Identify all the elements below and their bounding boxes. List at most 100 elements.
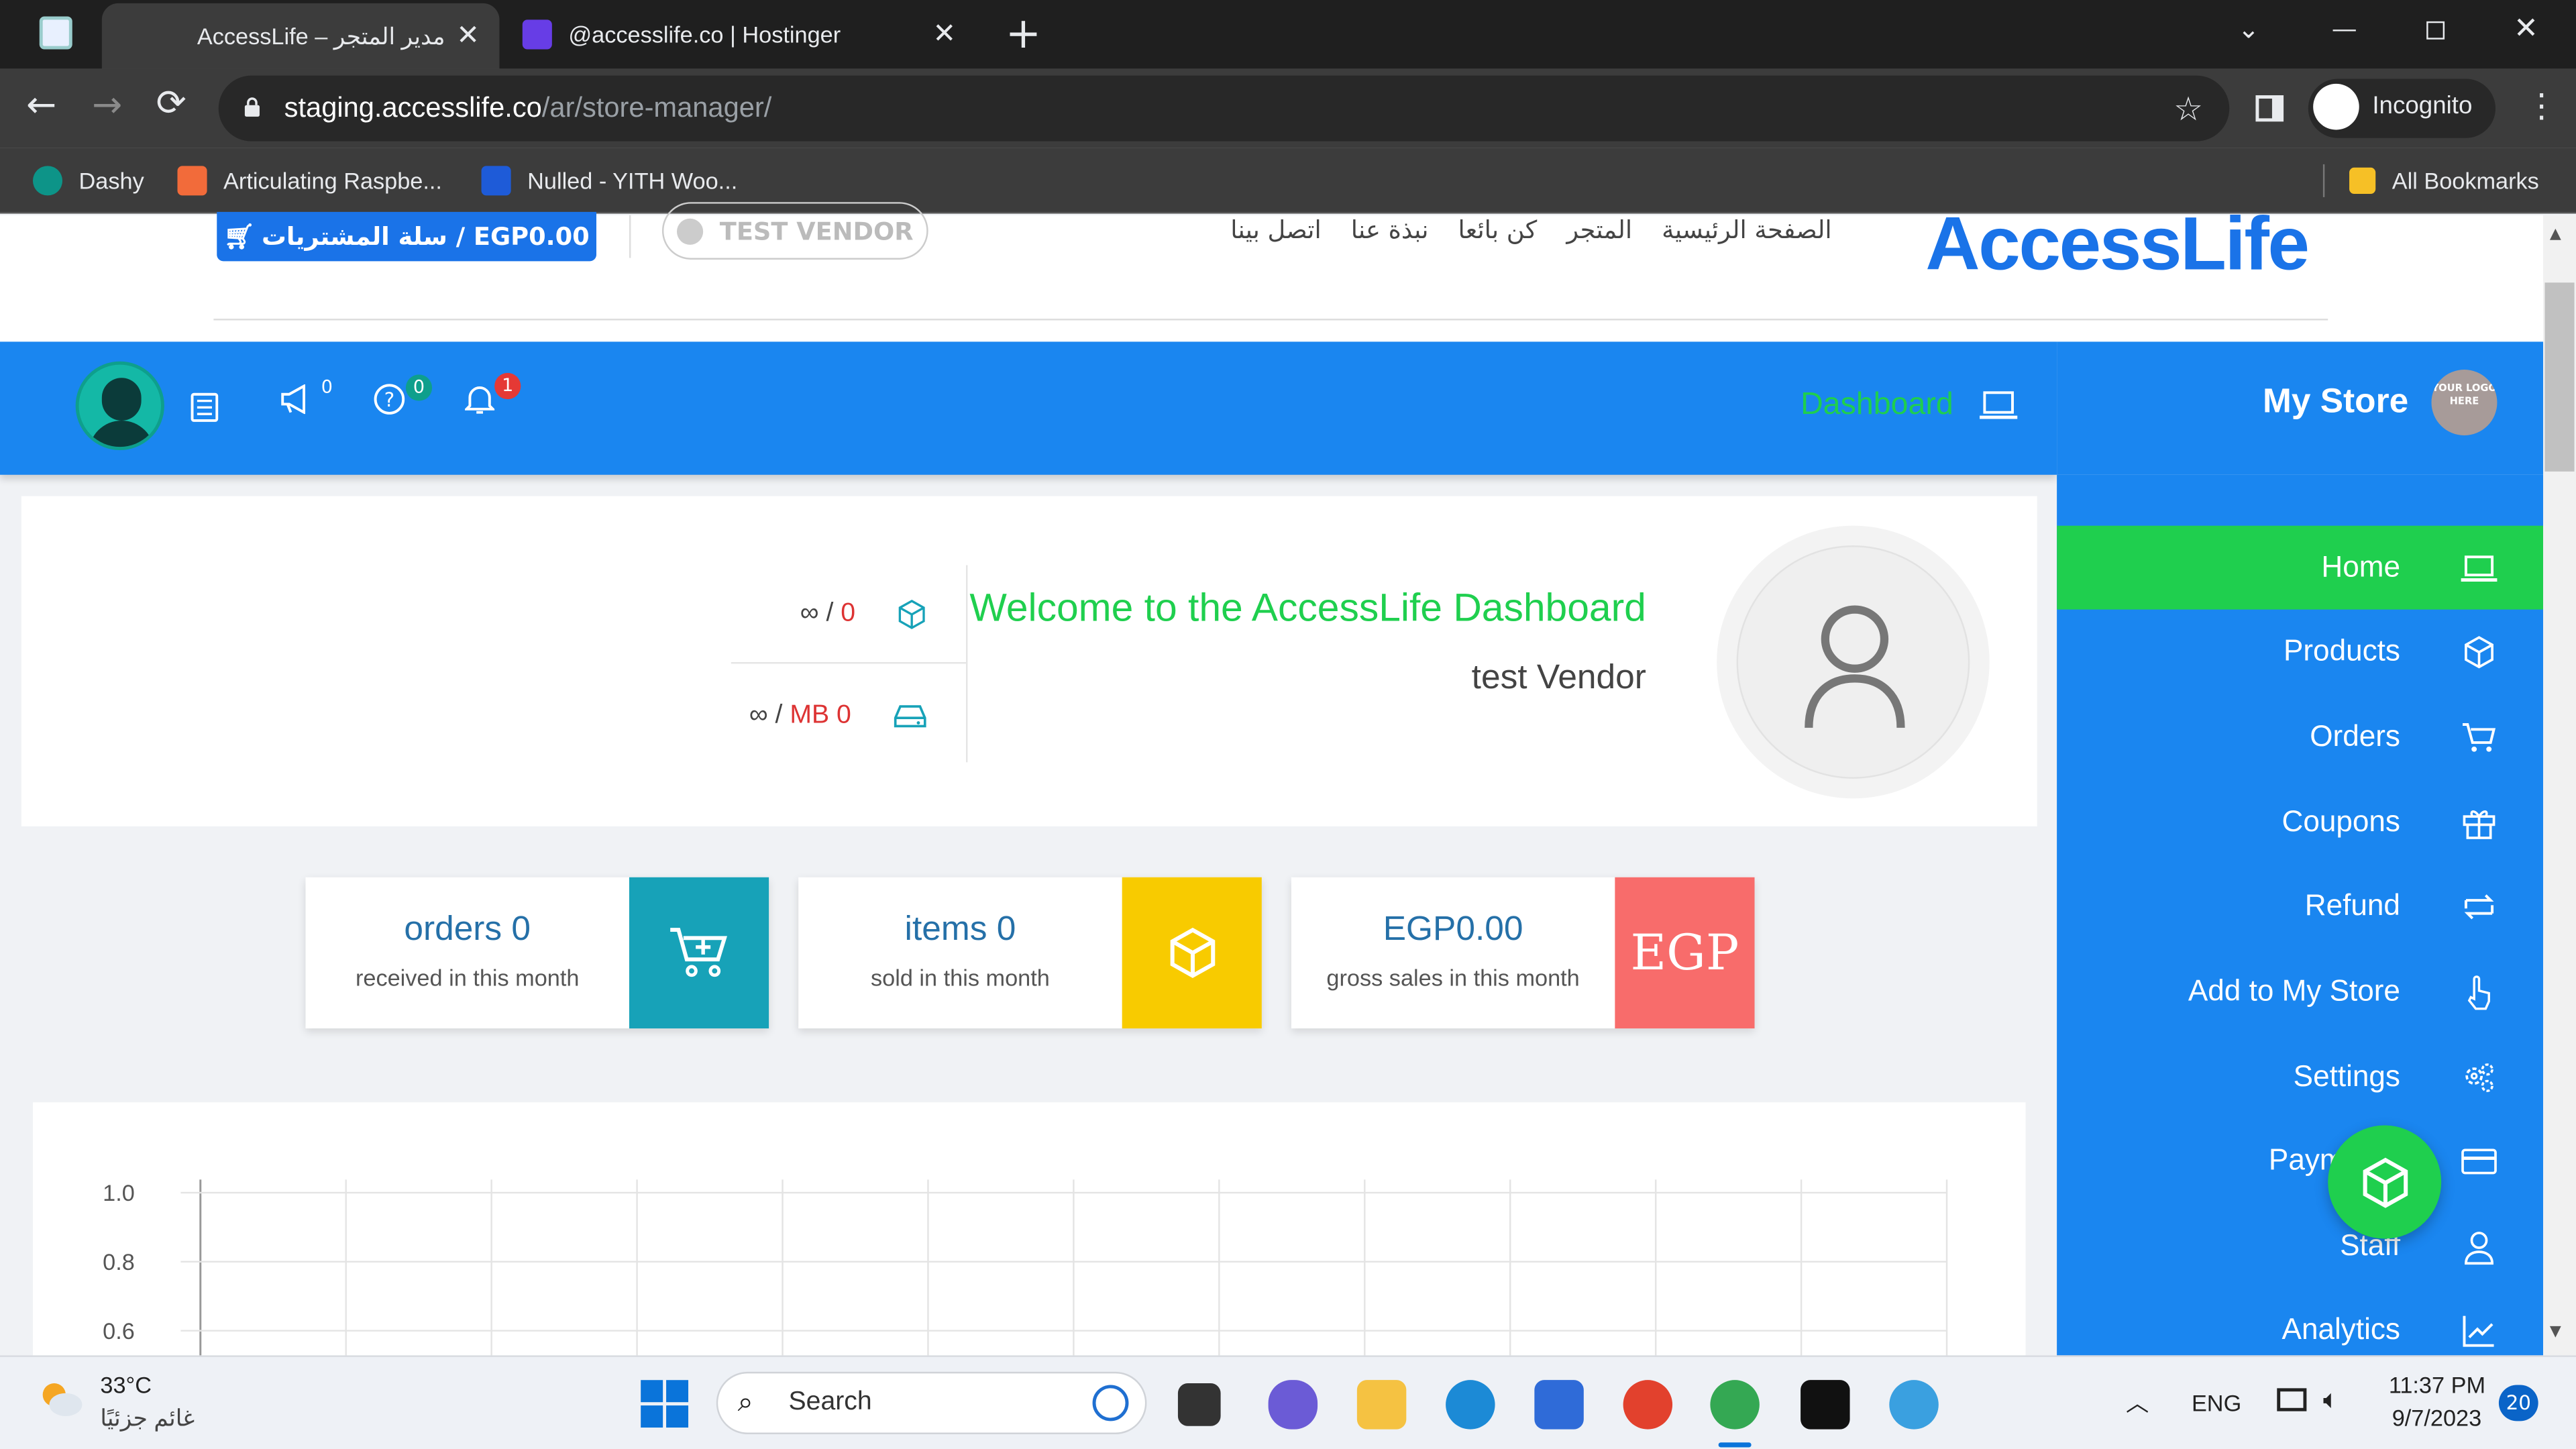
bookmark-star-icon[interactable]: ☆	[2174, 89, 2203, 128]
weather-icon[interactable]	[36, 1377, 85, 1419]
vendor-account-button[interactable]: TEST VENDOR	[661, 202, 928, 260]
sidebar-item-staff[interactable]: Staff	[2057, 1204, 2543, 1288]
lock-icon	[243, 97, 261, 118]
active-app-indicator	[1718, 1442, 1752, 1448]
orders-card[interactable]: orders 0 received in this month	[305, 877, 769, 1029]
refund-icon	[2464, 894, 2494, 920]
currency-icon: EGP	[1630, 924, 1739, 982]
knowledgebase-icon[interactable]	[191, 392, 219, 422]
volume-icon[interactable]: 🔈︎	[2323, 1383, 2339, 1416]
sidebar-item-refund[interactable]: Refund	[2057, 864, 2543, 948]
sidebar-item-add-to-store[interactable]: Add to My Store	[2057, 950, 2543, 1034]
window-close-icon[interactable]: ✕	[2514, 11, 2538, 46]
sales-chart: 1.0 0.8 0.6	[103, 1179, 1948, 1366]
browser-titlebar: AccessLife – مدير المتجر ✕ @accesslife.c…	[0, 0, 2576, 69]
sidebar-item-products[interactable]: Products	[2057, 610, 2543, 694]
store-icon[interactable]	[1534, 1380, 1584, 1430]
help-badge: 0	[405, 374, 433, 401]
weather-desc[interactable]: غائم جزئيًا	[100, 1405, 195, 1433]
task-view-icon[interactable]	[1177, 1383, 1221, 1426]
start-icon[interactable]	[641, 1380, 689, 1428]
avatar[interactable]	[75, 361, 164, 451]
nav-shop[interactable]: المتجر	[1566, 215, 1632, 248]
side-panel-icon[interactable]	[2255, 95, 2284, 122]
chat-icon[interactable]	[1268, 1380, 1318, 1430]
tab-search-icon[interactable]: ⌄	[2238, 13, 2260, 45]
tab-store-manager[interactable]: AccessLife – مدير المتجر ✕	[101, 3, 500, 69]
network-icon[interactable]	[2277, 1388, 2307, 1411]
dashboard-link[interactable]: Dashboard	[1801, 388, 1953, 424]
question-icon: ?	[374, 384, 405, 415]
menu-icon[interactable]: ⋮	[2525, 85, 2558, 125]
site-logo[interactable]: AccessLife	[1925, 199, 2310, 287]
nav-become-vendor[interactable]: كن بائعا	[1458, 215, 1538, 248]
sidebar-item-settings[interactable]: Settings	[2057, 1035, 2543, 1119]
restore-icon[interactable]	[2426, 21, 2445, 40]
incognito-label: Incognito	[2372, 92, 2473, 120]
store-logo[interactable]: YOUR LOGO HERE	[2431, 370, 2498, 435]
items-card-icon-box	[1122, 877, 1262, 1029]
sidebar-item-coupons[interactable]: Coupons	[2057, 780, 2543, 864]
all-bookmarks[interactable]: All Bookmarks	[2349, 148, 2539, 213]
browser-app-icon[interactable]	[39, 16, 72, 50]
taskbar-search[interactable]: ⌕ Search	[716, 1371, 1147, 1434]
tray-chevron-icon[interactable]: ︿	[2126, 1387, 2149, 1419]
sidebar-item-payments[interactable]: Payments	[2057, 1119, 2543, 1203]
bookmark-raspberry[interactable]: Articulating Raspbe...	[177, 148, 442, 213]
header-line	[213, 319, 2328, 321]
incognito-chip[interactable]: Incognito	[2308, 78, 2496, 138]
language-indicator[interactable]: ENG	[2192, 1390, 2241, 1416]
file-explorer-icon[interactable]	[1356, 1380, 1407, 1430]
incognito-icon	[2313, 83, 2359, 130]
bookmark-dashy[interactable]: Dashy	[32, 148, 144, 213]
nav-contact[interactable]: اتصل بينا	[1230, 215, 1321, 248]
paint-icon[interactable]	[1889, 1380, 1939, 1430]
add-product-fab[interactable]	[2328, 1125, 2442, 1239]
sales-chart-panel: 1.0 0.8 0.6	[32, 1102, 2026, 1366]
scrollbar-thumb[interactable]	[2544, 282, 2575, 472]
items-card[interactable]: items 0 sold in this month	[798, 877, 1262, 1029]
sidebar-item-orders[interactable]: Orders	[2057, 695, 2543, 779]
close-icon[interactable]: ✕	[456, 19, 480, 52]
store-title[interactable]: My Store	[2263, 383, 2408, 423]
scroll-up-arrow[interactable]: ▲	[2550, 227, 2561, 243]
edge-icon[interactable]	[1446, 1380, 1495, 1430]
new-tab-button[interactable]: +	[1006, 10, 1041, 59]
chrome-incognito-icon[interactable]	[1710, 1380, 1760, 1430]
bing-icon	[1092, 1385, 1129, 1421]
terminal-icon[interactable]	[1801, 1380, 1850, 1430]
chrome-icon[interactable]	[1623, 1380, 1673, 1430]
hostinger-icon	[522, 19, 552, 50]
address-bar[interactable]: staging.accesslife.co/ar/store-manager/ …	[218, 75, 2230, 142]
bookmarks-divider	[2322, 164, 2325, 197]
close-icon[interactable]: ✕	[932, 18, 956, 51]
reload-icon[interactable]: ⟳	[156, 84, 186, 125]
tab-hostinger[interactable]: @accesslife.co | Hostinger ✕	[502, 0, 975, 69]
announcements-badge: 0	[313, 374, 340, 401]
sidebar-item-home[interactable]: Home	[2057, 525, 2544, 610]
cube-icon	[1169, 927, 1215, 978]
minimize-icon[interactable]	[2332, 30, 2356, 32]
items-count: items 0	[904, 910, 1016, 949]
gross-sales-card[interactable]: EGP0.00 gross sales in this month EGP	[1291, 877, 1755, 1029]
store-logo-text: YOUR LOGO HERE	[2432, 382, 2497, 408]
clock-time[interactable]: 11:37 PM	[2389, 1372, 2485, 1398]
scroll-down-arrow[interactable]: ▼	[2550, 1324, 2561, 1340]
weather-temp[interactable]: 33°C	[100, 1372, 152, 1398]
bell-icon	[465, 386, 495, 414]
notifications-button[interactable]	[437, 356, 522, 441]
search-placeholder: Search	[788, 1388, 872, 1417]
back-icon[interactable]: ←	[26, 85, 56, 126]
nav-home[interactable]: الصفحة الرئيسية	[1662, 215, 1831, 248]
items-caption: sold in this month	[870, 964, 1050, 991]
cart-button[interactable]: 🛒︎ سلة المشتريات / EGP0.00	[217, 211, 596, 262]
sidebar-item-analytics[interactable]: Analytics	[2057, 1288, 2543, 1355]
notification-badge[interactable]: 20	[2498, 1385, 2538, 1421]
vendor-avatar[interactable]	[1736, 545, 1970, 779]
credit-card-icon	[2461, 1148, 2497, 1175]
laptop-icon	[2461, 555, 2498, 582]
forward-icon[interactable]: →	[92, 85, 122, 126]
stats-divider-horizontal	[731, 661, 967, 664]
nav-about[interactable]: نبذة عنا	[1351, 215, 1429, 248]
clock-date[interactable]: 9/7/2023	[2392, 1405, 2481, 1431]
